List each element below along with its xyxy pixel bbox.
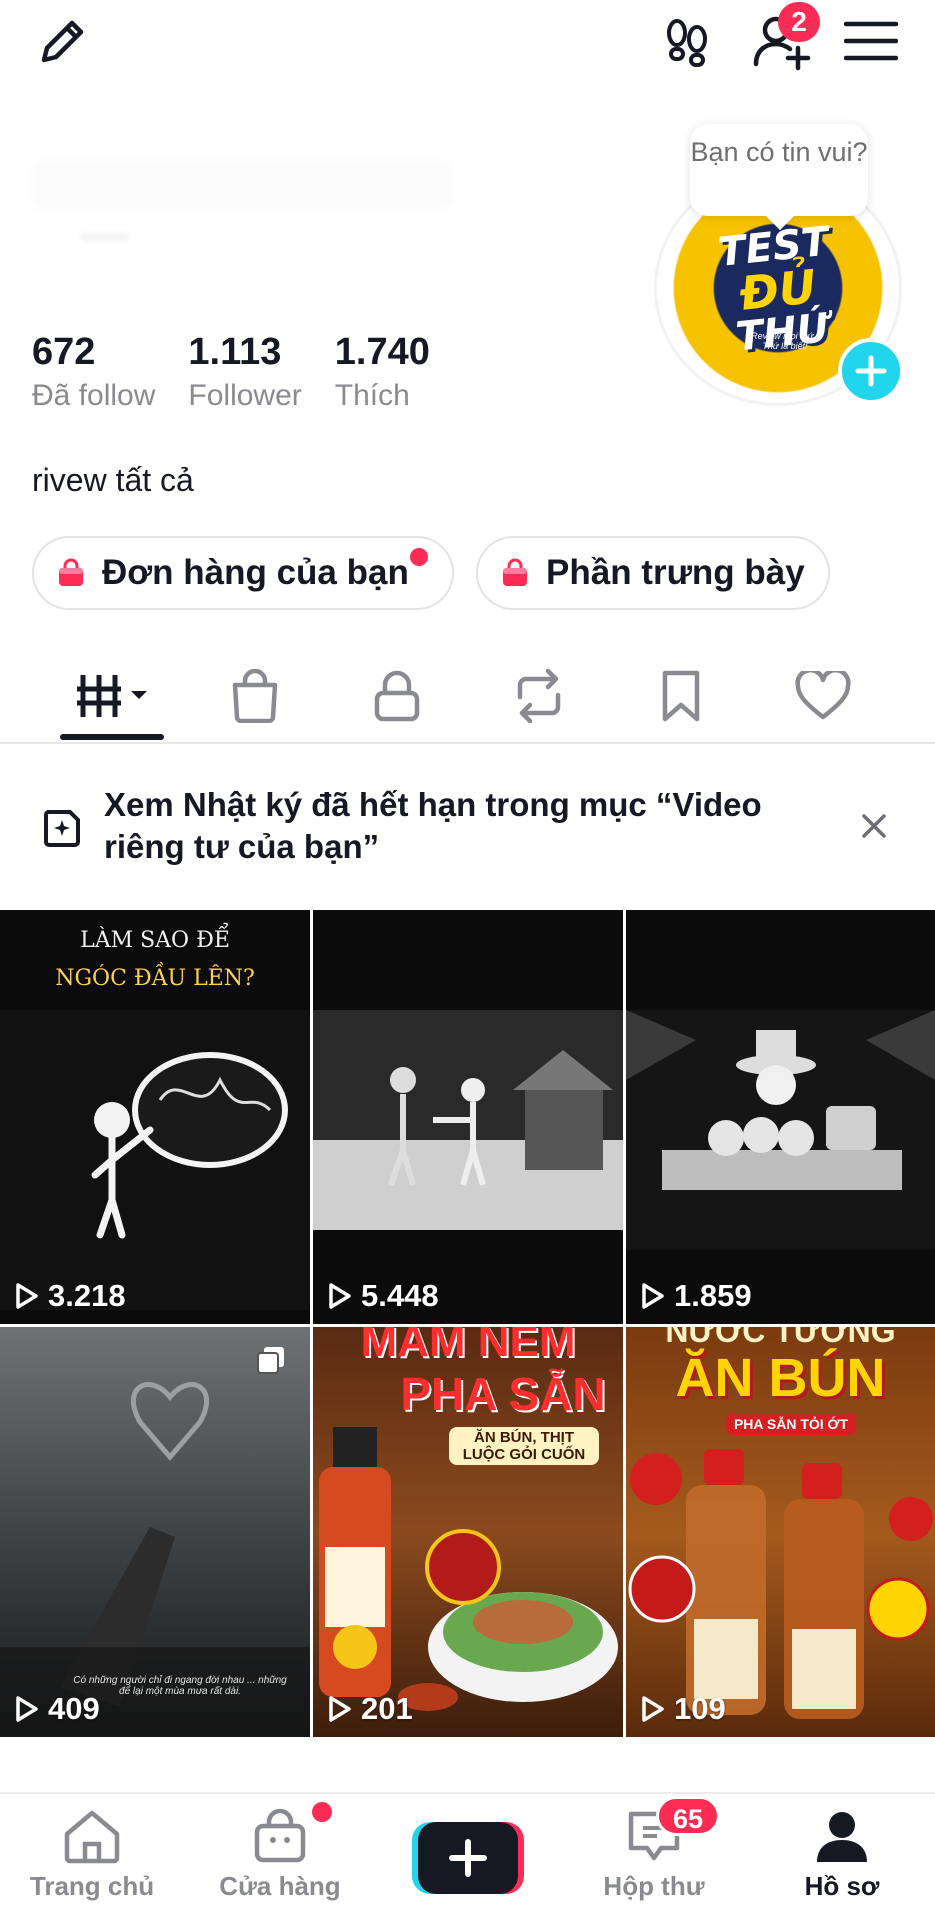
view-count: 3.218	[14, 1278, 126, 1314]
product-title-2: PHA SẴN	[400, 1368, 606, 1420]
multi-photo-icon	[257, 1347, 284, 1374]
play-icon	[642, 1283, 664, 1309]
likes-stat[interactable]: 1.740 Thích	[335, 330, 430, 416]
nav-shop[interactable]: Cửa hàng	[190, 1802, 370, 1902]
heart-icon	[795, 671, 851, 720]
profile-person-icon	[817, 1812, 867, 1862]
tab-shop[interactable]	[184, 650, 326, 742]
play-icon	[642, 1696, 664, 1722]
lock-icon	[374, 670, 420, 722]
friend-request-badge: 2	[778, 2, 820, 42]
nav-profile-label: Hồ sơ	[804, 1871, 880, 1901]
likes-label: Thích	[334, 379, 410, 412]
video-thumbnail[interactable]: 1.859	[626, 910, 935, 1324]
play-icon	[16, 1283, 38, 1309]
nav-profile[interactable]: Hồ sơ	[752, 1808, 932, 1902]
username-blurred	[32, 160, 452, 210]
create-plus-icon	[412, 1822, 524, 1894]
active-tab-indicator	[60, 734, 164, 740]
shop-notification-dot	[312, 1802, 332, 1822]
view-count: 5.448	[327, 1278, 439, 1314]
following-stat[interactable]: 672 Đã follow	[32, 330, 155, 416]
nav-shop-label: Cửa hàng	[219, 1871, 341, 1901]
repost-icon	[517, 669, 561, 723]
video-caption-bottom: NGÓC ĐẦU LÊN?	[55, 966, 255, 991]
followers-stat[interactable]: 1.113 Follower	[188, 330, 301, 416]
video-thumbnail[interactable]: MẮM NÊM PHA SẴN ĂN BÚN, THỊT LUỘC GỎI CU…	[313, 1327, 623, 1737]
followers-label: Follower	[188, 379, 302, 412]
avatar-subtext: Review mọi thứ · Thứ là biết!	[751, 331, 819, 351]
menu-hamburger-icon[interactable]	[836, 6, 906, 76]
archive-notice[interactable]: Xem Nhật ký đã hết hạn trong mục “Video …	[0, 776, 935, 908]
profile-bio: rivew tất cả	[32, 462, 194, 498]
view-count: 409	[14, 1691, 100, 1727]
tab-favorites[interactable]	[610, 650, 752, 742]
shopping-bag-icon	[503, 558, 527, 586]
bookmark-icon	[662, 670, 700, 722]
sauce-bottle-and-bowl-illustration	[319, 1427, 618, 1711]
tab-videos[interactable]	[42, 650, 184, 742]
likes-count: 1.740	[334, 331, 430, 373]
footprints-icon[interactable]	[652, 6, 722, 76]
product-title-2: ĂN BÚN	[675, 1348, 886, 1408]
inbox-badge: 65	[656, 1796, 720, 1836]
your-orders-button[interactable]: Đơn hàng của bạn	[32, 536, 454, 610]
showcase-button[interactable]: Phần trưng bày	[476, 536, 830, 610]
edit-pencil-icon[interactable]	[28, 6, 98, 76]
video-thumbnail[interactable]: Có những người chỉ đi ngang đời nhau ...…	[0, 1327, 310, 1737]
video-thumbnail[interactable]: 5.448	[313, 910, 623, 1324]
tab-liked[interactable]	[752, 650, 894, 742]
video-caption: Có những người chỉ đi ngang đời nhau ...…	[73, 1675, 287, 1697]
tab-reposts[interactable]	[468, 650, 610, 742]
village-sketch-illustration	[313, 1010, 623, 1230]
nav-inbox[interactable]: Hộp thư 65	[564, 1796, 744, 1902]
play-icon	[329, 1696, 351, 1722]
your-orders-label: Đơn hàng của bạn	[102, 553, 409, 592]
shopping-bag-icon	[59, 558, 83, 586]
play-icon	[16, 1696, 38, 1722]
shop-icon	[254, 1808, 306, 1863]
brain-illustration	[0, 1010, 310, 1310]
profile-tabs	[0, 650, 935, 744]
notice-text: Xem Nhật ký đã hết hạn trong mục “Video …	[104, 786, 762, 865]
top-bar: 2	[0, 0, 935, 80]
diary-sparkle-icon	[44, 810, 80, 847]
soy-sauce-bottles-illustration	[628, 1449, 933, 1719]
showcase-label: Phần trưng bày	[546, 553, 805, 592]
view-count: 1.859	[640, 1278, 752, 1314]
add-friend-icon[interactable]: 2	[744, 2, 820, 76]
profile-stats: 672 Đã follow 1.113 Follower 1.740 Thích	[32, 330, 463, 416]
handle-blurred	[80, 232, 130, 242]
product-title-1: MẮM NÊM	[360, 1327, 576, 1366]
good-news-bubble[interactable]: Bạn có tin vui?	[690, 124, 868, 216]
create-video-button[interactable]	[412, 1822, 524, 1894]
video-caption-top: LÀM SAO ĐỂ	[80, 928, 230, 953]
bottom-navigation: Trang chủ Cửa hàng Hộp thư 65 Hồ sơ	[0, 1792, 935, 1920]
following-label: Đã follow	[32, 379, 156, 412]
add-story-plus-icon[interactable]	[838, 338, 904, 404]
play-icon	[329, 1283, 351, 1309]
grid-videos-icon	[77, 675, 147, 717]
view-count: 109	[640, 1691, 726, 1727]
nav-home[interactable]: Trang chủ	[2, 1808, 182, 1902]
followers-count: 1.113	[188, 331, 282, 373]
product-subtitle: PHA SẴN TỎI ỚT	[726, 1413, 856, 1435]
nav-inbox-label: Hộp thư	[603, 1871, 705, 1901]
shop-bag-icon	[232, 669, 278, 723]
video-thumbnail[interactable]: LÀM SAO ĐỂ NGÓC ĐẦU LÊN? 3.218	[0, 910, 310, 1324]
view-count: 201	[327, 1691, 413, 1727]
orders-notification-dot	[410, 548, 428, 566]
video-thumbnail[interactable]: NƯỚC TƯƠNG ĂN BÚN PHA SẴN TỎI ỚT 109	[626, 1327, 935, 1737]
tab-private[interactable]	[326, 650, 468, 742]
home-icon	[64, 1810, 120, 1864]
nav-home-label: Trang chủ	[29, 1871, 155, 1901]
following-count: 672	[32, 331, 96, 373]
close-icon[interactable]	[860, 812, 888, 840]
market-vendor-illustration	[626, 1010, 935, 1250]
